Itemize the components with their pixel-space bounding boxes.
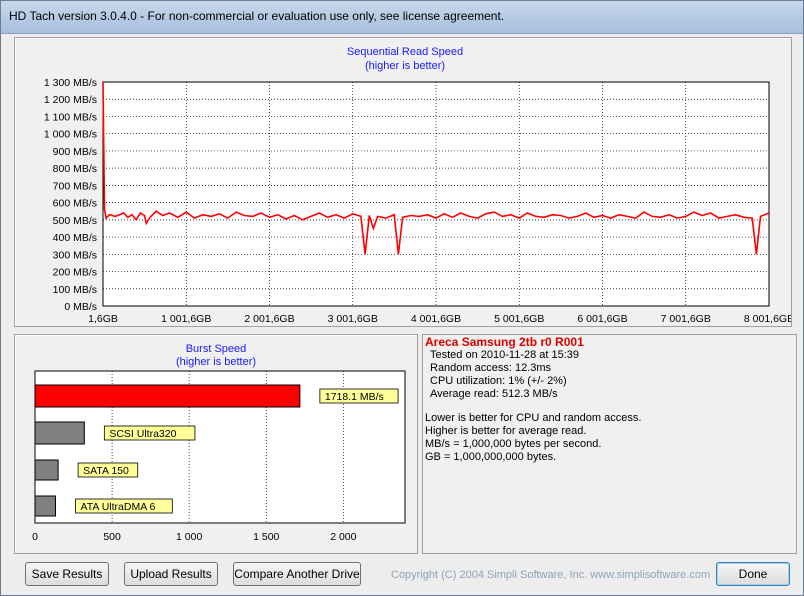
sequential-chart: Sequential Read Speed (higher is better)… [44,46,791,325]
cpu-utilization: CPU utilization: 1% (+/- 2%) [430,375,567,387]
sequential-x-tick-label: 7 001,6GB [661,313,711,325]
burst-bar [34,459,59,481]
burst-bar-label: SCSI Ultra320 [109,428,176,440]
note-gb-definition: GB = 1,000,000,000 bytes. [425,451,557,463]
burst-x-tick-label: 2 000 [330,531,356,543]
sequential-x-ticks: 1,6GB 1 001,6GB 2 001,6GB 3 001,6GB 4 001,6G… [88,313,791,325]
burst-bar-label: 1718.1 MB/s [325,391,384,403]
app-window: HD Tach version 3.0.4.0 - For non-commer… [0,0,804,596]
burst-chart-panel: Burst Speed (higher is better) 1718.1 MB… [14,334,418,554]
burst-subtitle: (higher is better) [176,356,256,368]
burst-chart: Burst Speed (higher is better) 1718.1 MB… [32,343,406,543]
sequential-x-tick-label: 6 001,6GB [577,313,627,325]
title-bar[interactable]: HD Tach version 3.0.4.0 - For non-commer… [1,1,803,34]
note-mb-definition: MB/s = 1,000,000 bytes per second. [425,438,602,450]
burst-x-tick-label: 0 [32,531,38,543]
sequential-y-tick-label: 200 MB/s [53,267,97,279]
sequential-subtitle: (higher is better) [365,60,445,72]
burst-x-tick-label: 1 500 [253,531,279,543]
sequential-y-ticks: 1 300 MB/s 1 200 MB/s 1 100 MB/s 1 000 MB/s… [44,77,97,313]
sequential-grid [102,81,770,307]
results-info-panel: Areca Samsung 2tb r0 R001 Tested on 2010… [422,334,797,554]
note-lower-better: Lower is better for CPU and random acces… [425,412,642,424]
sequential-y-tick-label: 1 000 MB/s [44,129,97,141]
sequential-chart-panel: Sequential Read Speed (higher is better)… [14,37,792,327]
save-results-button[interactable]: Save Results [25,562,109,586]
burst-bar [34,384,301,408]
tested-date: Tested on 2010-11-28 at 15:39 [430,349,580,361]
sequential-x-tick-label: 2 001,6GB [244,313,294,325]
burst-bar-label: SATA 150 [83,465,129,477]
burst-x-ticks: 0 500 1 000 1 500 2 000 [32,531,357,543]
burst-bar [34,421,85,445]
sequential-y-tick-label: 800 MB/s [53,163,97,175]
window-title: HD Tach version 3.0.4.0 - For non-commer… [9,9,505,23]
sequential-x-tick-label: 1 001,6GB [161,313,211,325]
device-name: Areca Samsung 2tb r0 R001 [425,335,584,349]
compare-drive-button[interactable]: Compare Another Drive [233,562,361,586]
sequential-y-tick-label: 400 MB/s [53,232,97,244]
sequential-y-tick-label: 300 MB/s [53,249,97,261]
sequential-y-tick-label: 900 MB/s [53,146,97,158]
sequential-title: Sequential Read Speed [347,46,463,58]
burst-bar [34,495,57,517]
random-access: Random access: 12.3ms [430,362,552,374]
burst-title: Burst Speed [186,343,247,355]
sequential-y-tick-label: 0 MB/s [64,301,97,313]
upload-results-button[interactable]: Upload Results [124,562,218,586]
burst-x-tick-label: 500 [103,531,121,543]
sequential-y-tick-label: 1 300 MB/s [44,77,97,89]
note-higher-better: Higher is better for average read. [425,425,587,437]
sequential-x-tick-label: 4 001,6GB [411,313,461,325]
sequential-x-tick-label: 1,6GB [88,313,118,325]
sequential-y-tick-label: 1 100 MB/s [44,111,97,123]
sequential-y-tick-label: 100 MB/s [53,284,97,296]
sequential-x-tick-label: 8 001,6GE [744,313,791,325]
copyright-text: Copyright (C) 2004 Simpli Software, Inc.… [391,569,711,581]
sequential-y-tick-label: 500 MB/s [53,215,97,227]
sequential-y-tick-label: 1 200 MB/s [44,94,97,106]
sequential-x-tick-label: 3 001,6GB [328,313,378,325]
sequential-y-tick-label: 600 MB/s [53,198,97,210]
burst-x-tick-label: 1 000 [176,531,202,543]
sequential-y-tick-label: 700 MB/s [53,180,97,192]
done-button[interactable]: Done [716,562,790,586]
average-read: Average read: 512.3 MB/s [430,388,558,400]
burst-bar-label: ATA UltraDMA 6 [81,501,156,513]
sequential-x-tick-label: 5 001,6GB [494,313,544,325]
